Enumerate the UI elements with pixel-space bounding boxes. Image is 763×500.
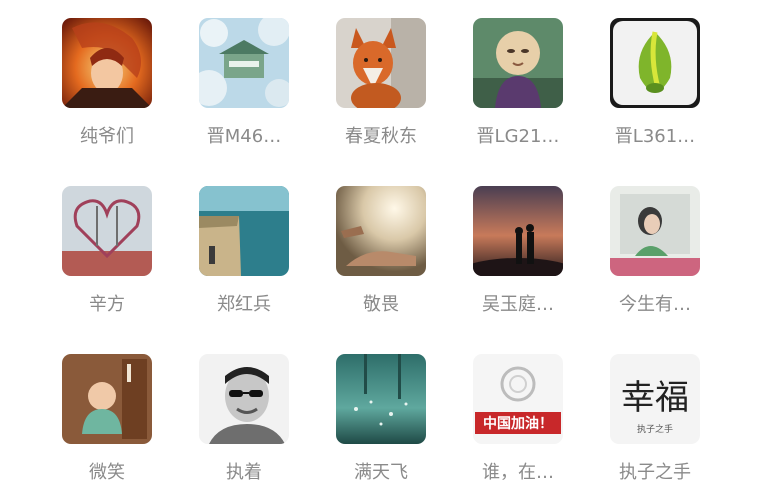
contact-name: 敬畏 xyxy=(363,294,399,315)
monk-figurine-avatar[interactable] xyxy=(473,18,563,108)
contact-name: 满天飞 xyxy=(354,462,408,483)
contact-item[interactable]: 今生有… xyxy=(590,186,720,336)
girl-photo-avatar[interactable] xyxy=(610,186,700,276)
calligraphy-avatar[interactable]: 幸福 执子之手 xyxy=(610,354,700,444)
contact-item[interactable]: 吴玉庭… xyxy=(453,186,583,336)
contact-name: 谁，在… xyxy=(482,462,554,483)
contact-item[interactable]: 春夏秋东 xyxy=(316,18,446,168)
snowy-house-avatar[interactable] xyxy=(199,18,289,108)
contact-item[interactable]: 满天飞 xyxy=(316,354,446,500)
contact-name: 今生有… xyxy=(619,294,691,315)
contact-name: 微笑 xyxy=(89,462,125,483)
hands-light-avatar[interactable] xyxy=(336,186,426,276)
china-flag-text-avatar[interactable]: 中国加油！ xyxy=(473,354,563,444)
fox-avatar[interactable] xyxy=(336,18,426,108)
contact-item[interactable]: 晋M46… xyxy=(179,18,309,168)
contact-item[interactable]: 晋LG21… xyxy=(453,18,583,168)
teal-forest-avatar[interactable] xyxy=(336,354,426,444)
calligraphy-text: 幸福 xyxy=(621,378,689,418)
contact-item[interactable]: 晋L361… xyxy=(590,18,720,168)
contact-item[interactable]: 微笑 xyxy=(42,354,172,500)
contact-name: 晋L361… xyxy=(614,126,696,147)
contact-item[interactable]: 敬畏 xyxy=(316,186,446,336)
contact-name: 晋LG21… xyxy=(476,126,560,147)
sea-cliff-avatar[interactable] xyxy=(199,186,289,276)
sunset-couple-avatar[interactable] xyxy=(473,186,563,276)
contact-item[interactable]: 执着 xyxy=(179,354,309,500)
contact-item[interactable]: 纯爷们 xyxy=(42,18,172,168)
heart-sculpture-avatar[interactable] xyxy=(62,186,152,276)
calligraphy-subtext: 执子之手 xyxy=(637,423,673,435)
green-leaf-logo-avatar[interactable] xyxy=(610,18,700,108)
contact-grid: 纯爷们 晋M46… 春夏秋东 晋LG21… 晋L361… 辛方 郑红兵 敬畏 吴… xyxy=(0,0,763,500)
contact-item[interactable]: 郑红兵 xyxy=(179,186,309,336)
baby-figurine-avatar[interactable] xyxy=(62,354,152,444)
avatar-banner-text: 中国加油！ xyxy=(483,415,553,432)
contact-item[interactable]: 中国加油！ 谁，在… xyxy=(453,354,583,500)
contact-name: 执子之手 xyxy=(619,462,691,483)
contact-item[interactable]: 辛方 xyxy=(42,186,172,336)
contact-name: 纯爷们 xyxy=(80,126,134,147)
contact-item[interactable]: 幸福 执子之手 执子之手 xyxy=(590,354,720,500)
contact-name: 执着 xyxy=(226,462,262,483)
contact-name: 春夏秋东 xyxy=(345,126,417,147)
contact-name: 晋M46… xyxy=(206,126,282,147)
anime-character-avatar[interactable] xyxy=(62,18,152,108)
contact-name: 吴玉庭… xyxy=(482,294,554,315)
contact-name: 辛方 xyxy=(89,294,125,315)
man-sunglasses-avatar[interactable] xyxy=(199,354,289,444)
contact-name: 郑红兵 xyxy=(217,294,271,315)
